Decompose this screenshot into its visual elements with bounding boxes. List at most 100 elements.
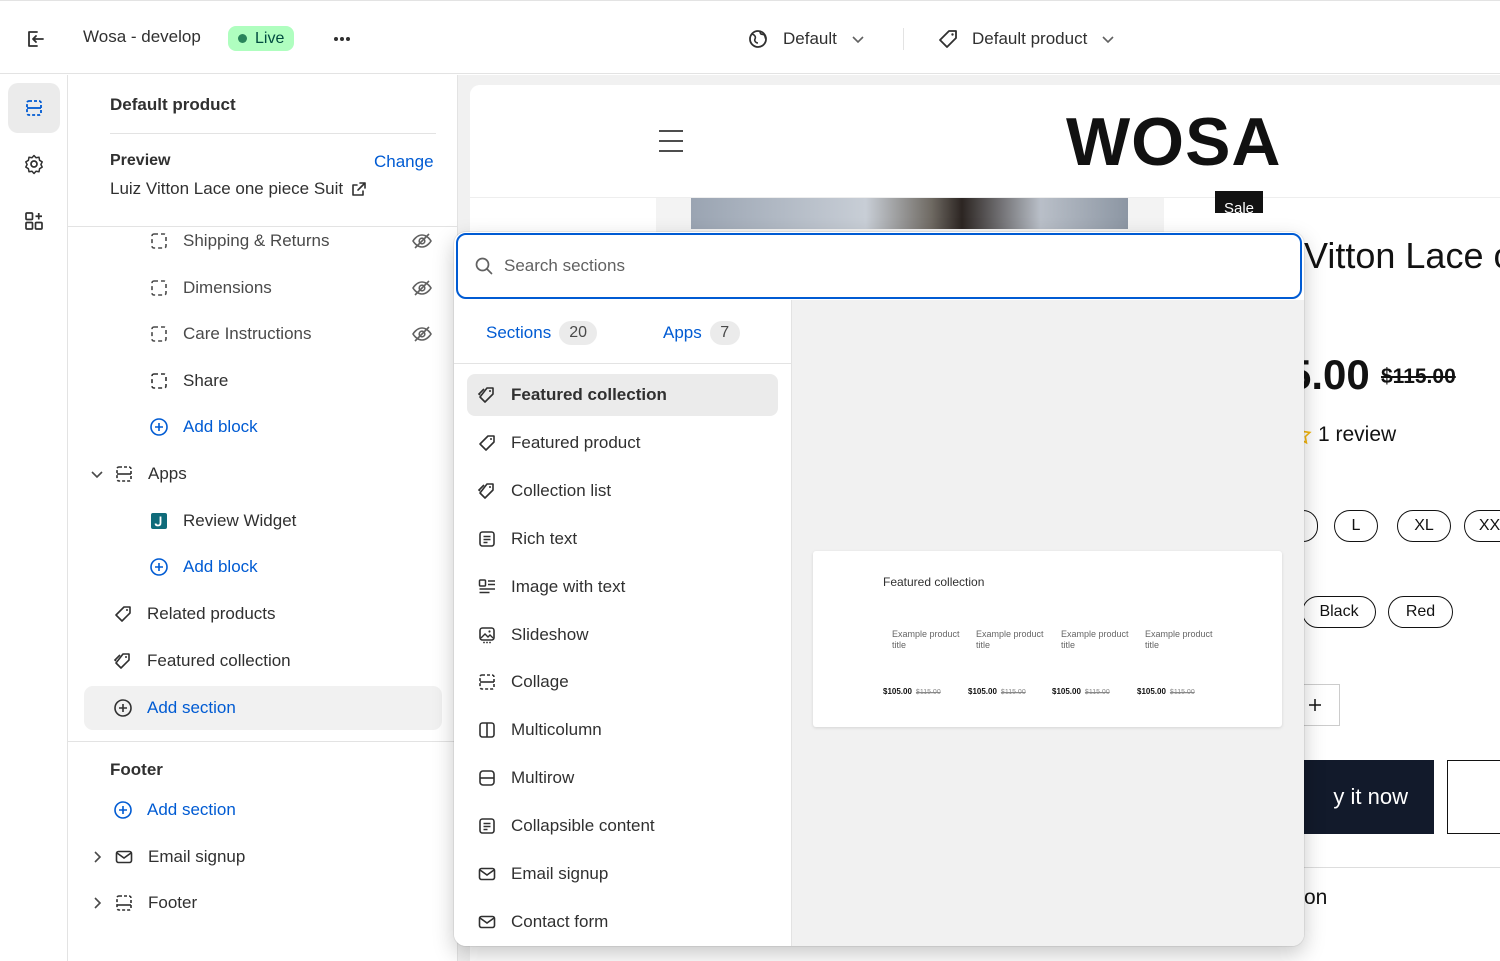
block-review-widget[interactable]: Review Widget [149, 504, 296, 538]
plus-icon [1308, 699, 1321, 711]
change-preview-link[interactable]: Change [374, 152, 434, 172]
section-icon [114, 464, 134, 484]
count-badge: 20 [559, 321, 597, 345]
review-count: 1 review [1318, 423, 1397, 446]
compare-price: $115.00 [1381, 365, 1456, 388]
hamburger-menu-icon[interactable] [659, 129, 683, 153]
buy-now-button[interactable]: y it now [1282, 760, 1434, 834]
envelope-icon [477, 912, 497, 932]
secondary-button[interactable] [1447, 760, 1500, 834]
section-option-collapsible-content[interactable]: Collapsible content [467, 805, 778, 847]
size-option-xxl[interactable]: XXL [1464, 510, 1500, 542]
add-block-button[interactable]: Add block [149, 410, 258, 444]
store-logo[interactable]: WOSA [1066, 103, 1282, 181]
section-list-panel: Sections 20 Apps 7 Featured collection F… [454, 300, 792, 946]
tab-apps[interactable]: Apps 7 [663, 320, 740, 346]
top-bar: Wosa - develop Live Default Default prod… [0, 0, 1500, 74]
product-rating[interactable]: 1 review [1290, 423, 1396, 447]
size-option-xl[interactable]: XL [1397, 510, 1451, 542]
section-icon [114, 893, 134, 913]
section-label: Footer [148, 893, 198, 912]
block-dashed-icon [149, 324, 169, 344]
chevron-down-icon[interactable] [88, 465, 106, 483]
add-block-button[interactable]: Add block [149, 550, 258, 584]
add-section-button[interactable]: Add section [113, 691, 236, 725]
globe-icon [745, 26, 771, 52]
sections-nav-button[interactable] [8, 83, 60, 133]
section-option-collection-list[interactable]: Collection list [467, 470, 778, 512]
section-email-signup[interactable]: Email signup [88, 840, 245, 874]
preview-product[interactable]: Luiz Vitton Lace one piece Suit [110, 179, 367, 199]
section-related-products[interactable]: Related products [113, 597, 276, 631]
section-option-collage[interactable]: Collage [467, 661, 778, 703]
tag-icon [936, 27, 960, 51]
add-block-label: Add block [183, 417, 258, 436]
left-rail [0, 75, 68, 961]
preview-product-name: Luiz Vitton Lace one piece Suit [110, 179, 344, 198]
add-section-label: Add section [147, 698, 236, 717]
section-option-multicolumn[interactable]: Multicolumn [467, 709, 778, 751]
preview-product-price: $105.00 $115.00 [883, 687, 941, 696]
section-apps[interactable]: Apps [88, 457, 187, 491]
tag-icon [113, 604, 133, 624]
block-shipping-returns[interactable]: Shipping & Returns [149, 224, 329, 258]
color-option-black[interactable]: Black [1302, 596, 1376, 628]
section-option-slideshow[interactable]: Slideshow [467, 614, 778, 656]
preview-section-title: Featured collection [883, 575, 985, 589]
block-dimensions[interactable]: Dimensions [149, 271, 272, 305]
text-block-icon [477, 816, 497, 836]
judgeme-app-icon [149, 511, 169, 531]
app-embeds-button[interactable] [8, 196, 60, 246]
theme-select[interactable]: Default [745, 25, 867, 53]
preview-product-title: Example product title [976, 629, 1044, 650]
apps-icon [25, 212, 43, 230]
search-field[interactable] [456, 233, 1302, 299]
block-care-instructions[interactable]: Care Instructions [149, 317, 312, 351]
collection-tag-icon [477, 481, 497, 501]
preview-product-title: Example product title [1145, 629, 1213, 650]
collection-tag-icon [113, 651, 133, 671]
color-option-red[interactable]: Red [1388, 596, 1453, 628]
section-option-multirow[interactable]: Multirow [467, 757, 778, 799]
section-option-rich-text[interactable]: Rich text [467, 518, 778, 560]
section-preview-panel: Featured collection Example product titl… [792, 300, 1304, 946]
eye-hidden-icon[interactable] [411, 230, 433, 252]
eye-hidden-icon[interactable] [411, 323, 433, 345]
template-select[interactable]: Default product [936, 25, 1117, 53]
section-option-email-signup[interactable]: Email signup [467, 853, 778, 895]
search-icon [474, 256, 494, 276]
sections-sidebar: Default product Preview Change Luiz Vitt… [68, 75, 458, 961]
more-actions-icon[interactable] [328, 25, 356, 53]
multicolumn-icon [477, 720, 497, 740]
product-title: Vitton Lace o [1304, 235, 1500, 276]
tab-sections[interactable]: Sections 20 [486, 320, 597, 346]
collection-tag-icon [477, 385, 497, 405]
template-select-label: Default product [972, 29, 1088, 48]
chevron-right-icon[interactable] [88, 848, 106, 866]
plus-circle-icon [149, 417, 169, 437]
theme-settings-button[interactable] [8, 139, 60, 189]
section-option-featured-product[interactable]: Featured product [467, 422, 778, 464]
section-featured-collection[interactable]: Featured collection [113, 644, 291, 678]
footer-add-section-button[interactable]: Add section [113, 793, 236, 827]
search-input[interactable] [504, 256, 1204, 276]
section-option-contact-form[interactable]: Contact form [467, 901, 778, 943]
section-option-image-with-text[interactable]: Image with text [467, 566, 778, 608]
external-link-icon[interactable] [351, 181, 367, 197]
divider [1300, 867, 1500, 868]
eye-hidden-icon[interactable] [411, 277, 433, 299]
section-footer[interactable]: Footer [88, 886, 197, 920]
block-label: Care Instructions [183, 324, 312, 343]
live-label: Live [255, 29, 285, 47]
tab-label: Apps [663, 323, 702, 342]
divider [903, 28, 904, 50]
section-option-featured-collection[interactable]: Featured collection [467, 374, 778, 416]
exit-icon[interactable] [22, 25, 50, 53]
collapsible-heading[interactable]: on [1304, 886, 1327, 910]
size-option-l[interactable]: L [1334, 510, 1378, 542]
plus-circle-icon [113, 698, 133, 718]
block-dashed-icon [149, 278, 169, 298]
block-share[interactable]: Share [149, 364, 228, 398]
chevron-right-icon[interactable] [88, 894, 106, 912]
tab-label: Sections [486, 323, 552, 342]
